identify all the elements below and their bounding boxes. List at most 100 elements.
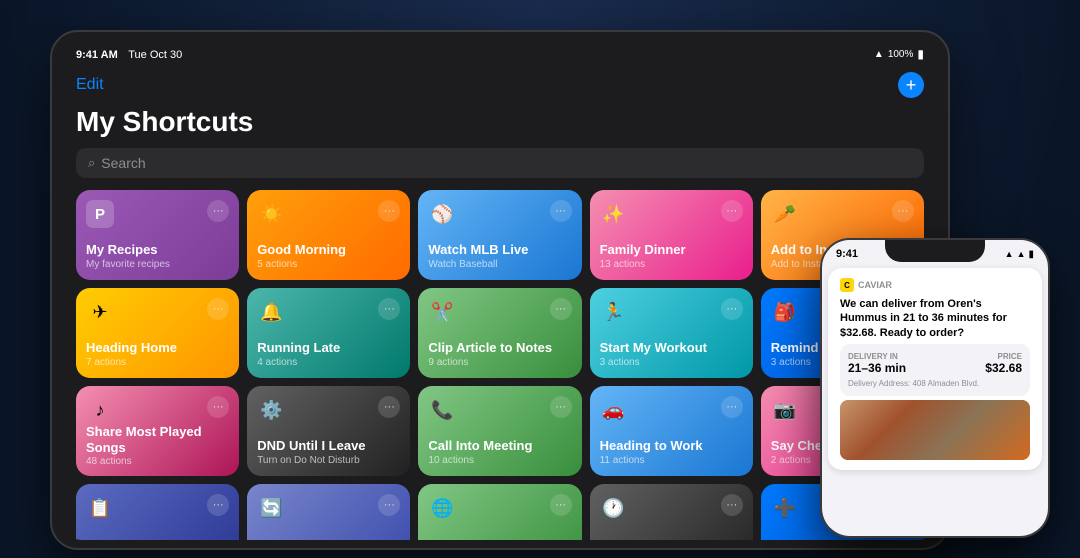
shortcut-call-meeting[interactable]: 📞 ··· Call Into Meeting 10 actions — [418, 386, 581, 476]
more-button[interactable]: ··· — [892, 200, 914, 222]
more-button[interactable]: ··· — [207, 298, 229, 320]
wifi-icon: ▲ — [874, 49, 884, 60]
refresh-icon: 🔄 — [257, 494, 285, 522]
plus-icon: ➕ — [771, 494, 799, 522]
shortcut-row4-4[interactable]: 🕐 ··· — [590, 484, 753, 540]
more-button[interactable]: ··· — [721, 298, 743, 320]
scissors-icon: ✂️ — [428, 298, 456, 326]
more-button[interactable]: ··· — [721, 200, 743, 222]
shortcuts-grid: P ··· My Recipes My favorite recipes ☀️ … — [76, 190, 924, 540]
delivery-label: DELIVERY IN — [848, 352, 906, 361]
phone-notch — [885, 240, 985, 262]
address-label: Delivery Address: — [848, 379, 910, 388]
phone-icon: 📞 — [428, 396, 456, 424]
shortcut-start-workout[interactable]: 🏃 ··· Start My Workout 3 actions — [590, 288, 753, 378]
more-button[interactable]: ··· — [550, 494, 572, 516]
search-placeholder: Search — [101, 155, 145, 171]
more-button[interactable]: ··· — [721, 494, 743, 516]
phone-time: 9:41 — [836, 248, 858, 260]
more-button[interactable]: ··· — [378, 298, 400, 320]
shortcut-my-recipes[interactable]: P ··· My Recipes My favorite recipes — [76, 190, 239, 280]
card-subtitle: Watch Baseball — [428, 259, 571, 270]
card-title: Call Into Meeting — [428, 438, 571, 454]
card-subtitle: 11 actions — [600, 455, 743, 466]
phone-screen: 9:41 ▲ ▲ ▮ C CAVIAR We can deliver from … — [822, 240, 1048, 536]
delivery-info-card: DELIVERY IN 21–36 min PRICE $32.68 Deliv… — [840, 344, 1030, 396]
card-title: DND Until I Leave — [257, 438, 400, 454]
shortcut-family-dinner[interactable]: ✨ ··· Family Dinner 13 actions — [590, 190, 753, 280]
shortcut-share-songs[interactable]: ♪ ··· Share Most Played Songs 48 actions — [76, 386, 239, 476]
caviar-icon: C — [840, 278, 854, 292]
food-image — [840, 400, 1030, 460]
baseball-icon: ⚾ — [428, 200, 456, 228]
tablet: 9:41 AM Tue Oct 30 ▲ 100% ▮ Edit + My Sh — [50, 30, 950, 550]
more-button[interactable]: ··· — [550, 200, 572, 222]
add-shortcut-button[interactable]: + — [898, 72, 924, 98]
shortcut-clip-article[interactable]: ✂️ ··· Clip Article to Notes 9 actions — [418, 288, 581, 378]
search-bar[interactable]: ⌕ Search — [76, 148, 924, 178]
status-right: ▲ 100% ▮ — [874, 47, 924, 61]
notification-banner[interactable]: C CAVIAR We can deliver from Oren's Humm… — [828, 268, 1042, 470]
clock-icon: 🕐 — [600, 494, 628, 522]
sparkle-icon: ✨ — [600, 200, 628, 228]
shortcut-row4-2[interactable]: 🔄 ··· — [247, 484, 410, 540]
more-button[interactable]: ··· — [550, 298, 572, 320]
food-img-overlay — [840, 400, 1030, 460]
shortcut-heading-work[interactable]: 🚗 ··· Heading to Work 11 actions — [590, 386, 753, 476]
notif-app-header: C CAVIAR — [840, 278, 1030, 292]
phone-wifi-icon: ▲ — [1017, 249, 1026, 259]
phone-status-right: ▲ ▲ ▮ — [1005, 248, 1034, 260]
more-button[interactable]: ··· — [378, 494, 400, 516]
carrot-icon: 🥕 — [771, 200, 799, 228]
shortcut-row4-1[interactable]: 📋 ··· — [76, 484, 239, 540]
delivery-address: Delivery Address: 408 Almaden Blvd. — [848, 379, 1022, 388]
status-bar: 9:41 AM Tue Oct 30 ▲ 100% ▮ — [60, 40, 940, 68]
card-subtitle: 4 actions — [257, 357, 400, 368]
more-button[interactable]: ··· — [207, 200, 229, 222]
delivery-time: 21–36 min — [848, 361, 906, 375]
card-title: My Recipes — [86, 242, 229, 258]
battery-percent: 100% — [888, 49, 914, 60]
card-title: Running Late — [257, 340, 400, 356]
edit-button[interactable]: Edit — [76, 76, 104, 94]
notif-app-name: CAVIAR — [858, 280, 892, 290]
page-title: My Shortcuts — [76, 106, 924, 138]
card-title: Heading Home — [86, 340, 229, 356]
shortcut-good-morning[interactable]: ☀️ ··· Good Morning 5 actions — [247, 190, 410, 280]
shortcut-heading-home[interactable]: ✈ ··· Heading Home 7 actions — [76, 288, 239, 378]
clipboard-icon: 📋 — [86, 494, 114, 522]
more-button[interactable]: ··· — [207, 494, 229, 516]
card-title: Clip Article to Notes — [428, 340, 571, 356]
battery-icon: ▮ — [917, 47, 924, 61]
music-icon: ♪ — [86, 396, 114, 424]
card-title: Share Most Played Songs — [86, 424, 229, 455]
phone: 9:41 ▲ ▲ ▮ C CAVIAR We can deliver from … — [820, 238, 1050, 538]
bag-icon: 🎒 — [771, 298, 799, 326]
camera-icon: 📷 — [771, 396, 799, 424]
card-title: Good Morning — [257, 242, 400, 258]
app-header: Edit + — [76, 68, 924, 106]
card-subtitle: Turn on Do Not Disturb — [257, 455, 400, 466]
more-button[interactable]: ··· — [378, 396, 400, 418]
price-label: PRICE — [985, 352, 1022, 361]
more-button[interactable]: ··· — [550, 396, 572, 418]
address-value: 408 Almaden Blvd. — [912, 379, 979, 388]
shortcut-dnd[interactable]: ⚙️ ··· DND Until I Leave Turn on Do Not … — [247, 386, 410, 476]
shortcut-running-late[interactable]: 🔔 ··· Running Late 4 actions — [247, 288, 410, 378]
card-subtitle: 13 actions — [600, 259, 743, 270]
status-time: 9:41 AM — [76, 49, 118, 61]
shortcut-row4-3[interactable]: 🌐 ··· — [418, 484, 581, 540]
recipe-icon: P — [86, 200, 114, 228]
card-title: Family Dinner — [600, 242, 743, 258]
more-button[interactable]: ··· — [207, 396, 229, 418]
shortcut-watch-mlb[interactable]: ⚾ ··· Watch MLB Live Watch Baseball — [418, 190, 581, 280]
more-button[interactable]: ··· — [721, 396, 743, 418]
phone-signal-icon: ▲ — [1005, 249, 1014, 259]
card-subtitle: 5 actions — [257, 259, 400, 270]
card-subtitle: 7 actions — [86, 357, 229, 368]
more-button[interactable]: ··· — [378, 200, 400, 222]
status-date: Tue Oct 30 — [128, 49, 182, 61]
card-subtitle: 9 actions — [428, 357, 571, 368]
phone-battery-icon: ▮ — [1028, 249, 1034, 260]
notification-title: We can deliver from Oren's Hummus in 21 … — [840, 297, 1030, 340]
